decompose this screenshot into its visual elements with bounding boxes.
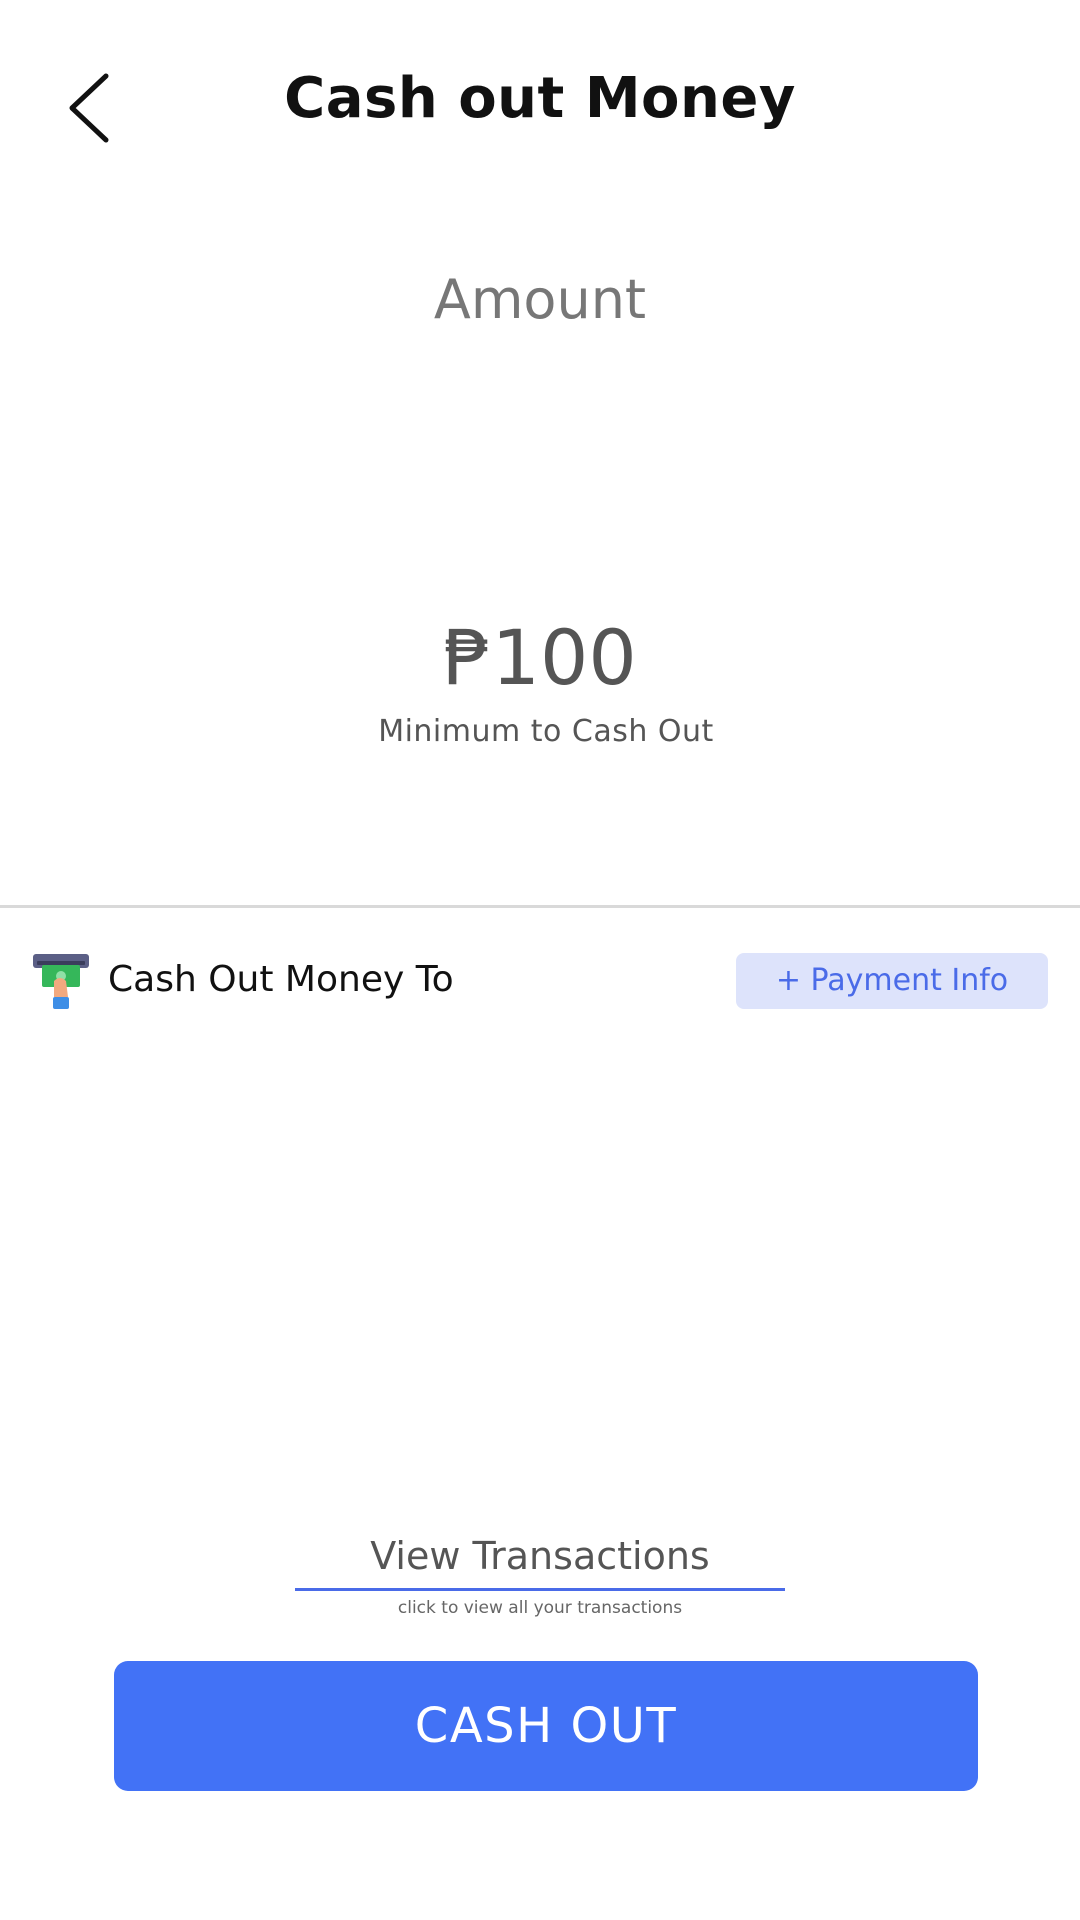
page-title: Cash out Money [284, 66, 796, 131]
cash-out-destination-row: Cash Out Money To + Payment Info [0, 945, 1080, 1015]
minimum-amount-caption: Minimum to Cash Out [378, 714, 714, 749]
cash-out-screen: Cash out Money Amount ₱100 Minimum to Ca… [0, 0, 1080, 1920]
view-transactions-hint: click to view all your transactions [397, 1598, 683, 1618]
add-payment-info-button[interactable]: + Payment Info [736, 953, 1048, 1009]
minimum-amount-value: ₱100 [443, 613, 637, 702]
amount-label: Amount [433, 268, 647, 331]
section-divider [0, 905, 1080, 908]
app-header: Cash out Money [0, 0, 1080, 210]
atm-cash-icon [32, 953, 90, 1011]
view-transactions-link[interactable]: View Transactions [295, 1528, 785, 1591]
cash-out-destination-label: Cash Out Money To [108, 959, 454, 1000]
cash-out-button[interactable]: CASH OUT [114, 1661, 978, 1791]
